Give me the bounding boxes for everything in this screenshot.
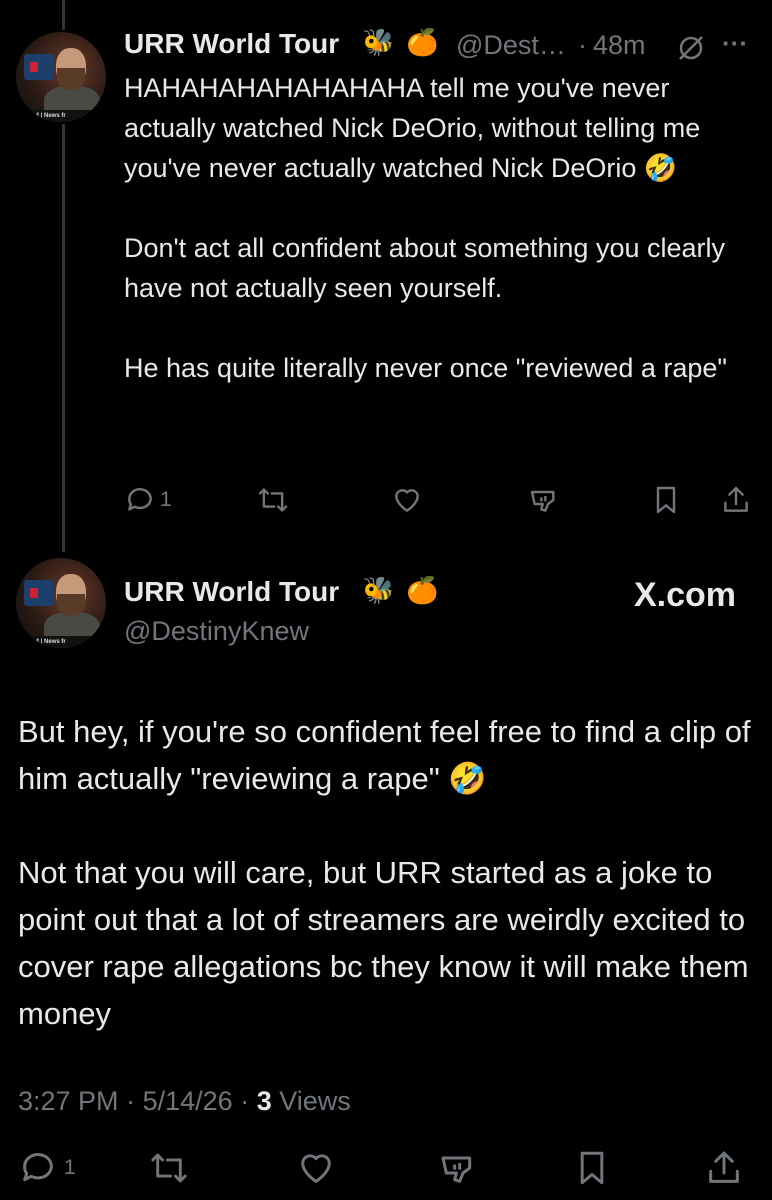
post-time[interactable]: 3:27 PM bbox=[18, 1086, 119, 1116]
meta-separator: · bbox=[126, 1086, 136, 1116]
views-button[interactable] bbox=[528, 484, 560, 516]
views-count: 3 bbox=[256, 1086, 272, 1116]
tweet-meta: 3:27 PM · 5/14/26 · 3 Views bbox=[18, 1086, 351, 1117]
like-button[interactable] bbox=[296, 1148, 336, 1188]
reply-paragraph-1: HAHAHAHAHAHAHAHA tell me you've never ac… bbox=[124, 73, 701, 183]
bookmark-icon bbox=[574, 1148, 610, 1188]
main-paragraph-2: Not that you will care, but URR started … bbox=[18, 855, 749, 1031]
avatar-ticker: ss 3-4 | News fr bbox=[16, 636, 106, 648]
avatar[interactable]: ss 3-4 | News fr bbox=[16, 558, 106, 648]
meta-separator: · bbox=[240, 1086, 250, 1116]
reply-paragraph-3: He has quite literally never once "revie… bbox=[124, 353, 727, 383]
orange-emoji: 🍊 bbox=[406, 27, 439, 57]
reply-count: 1 bbox=[160, 488, 172, 511]
like-button[interactable] bbox=[391, 484, 423, 516]
retweet-button[interactable] bbox=[148, 1148, 190, 1188]
separator: · bbox=[578, 30, 587, 60]
thread-line-top bbox=[62, 0, 65, 30]
bookmark-icon bbox=[651, 484, 681, 516]
timestamp[interactable]: 48m bbox=[593, 30, 646, 61]
bee-emoji: 🐝 bbox=[362, 27, 395, 57]
retweet-icon bbox=[256, 484, 290, 516]
handle[interactable]: @DestinyKnew bbox=[124, 616, 309, 647]
views-icon bbox=[438, 1148, 478, 1188]
avatar-ticker: ss 3-4 | News fr bbox=[16, 110, 106, 122]
like-icon bbox=[391, 484, 423, 516]
reply-count: 1 bbox=[64, 1156, 76, 1179]
bookmark-button[interactable] bbox=[651, 484, 681, 516]
main-paragraph-1: But hey, if you're so confident feel fre… bbox=[18, 714, 751, 796]
bookmark-button[interactable] bbox=[574, 1148, 610, 1188]
views-icon bbox=[528, 484, 560, 516]
avatar[interactable]: ss 3-4 | News fr bbox=[16, 32, 106, 122]
grok-icon[interactable] bbox=[676, 33, 706, 68]
reply-paragraph-2: Don't act all confident about something … bbox=[124, 233, 726, 303]
share-icon bbox=[720, 484, 752, 516]
more-icon[interactable]: ··· bbox=[722, 28, 748, 59]
handle[interactable]: @Dest… bbox=[456, 30, 566, 61]
views-label: Views bbox=[279, 1086, 351, 1116]
orange-emoji: 🍊 bbox=[406, 575, 439, 605]
views-button[interactable] bbox=[438, 1148, 478, 1188]
main-tweet-text: But hey, if you're so confident feel fre… bbox=[18, 708, 758, 1037]
share-button[interactable] bbox=[704, 1148, 744, 1188]
reply-tweet-text: HAHAHAHAHAHAHAHA tell me you've never ac… bbox=[124, 68, 754, 388]
x-watermark: X.com bbox=[633, 576, 736, 614]
like-icon bbox=[296, 1148, 336, 1188]
reply-button[interactable]: 1 bbox=[18, 1148, 76, 1188]
reply-button[interactable]: 1 bbox=[124, 484, 172, 516]
post-date[interactable]: 5/14/26 bbox=[143, 1086, 233, 1116]
retweet-icon bbox=[148, 1148, 190, 1188]
display-name[interactable]: URR World Tour bbox=[124, 28, 339, 60]
bee-emoji: 🐝 bbox=[362, 575, 395, 605]
display-name[interactable]: URR World Tour bbox=[124, 576, 339, 608]
share-button[interactable] bbox=[720, 484, 752, 516]
reply-icon bbox=[18, 1148, 58, 1188]
thread-line-mid bbox=[62, 124, 65, 552]
reply-icon bbox=[124, 484, 156, 516]
share-icon bbox=[704, 1148, 744, 1188]
retweet-button[interactable] bbox=[256, 484, 290, 516]
